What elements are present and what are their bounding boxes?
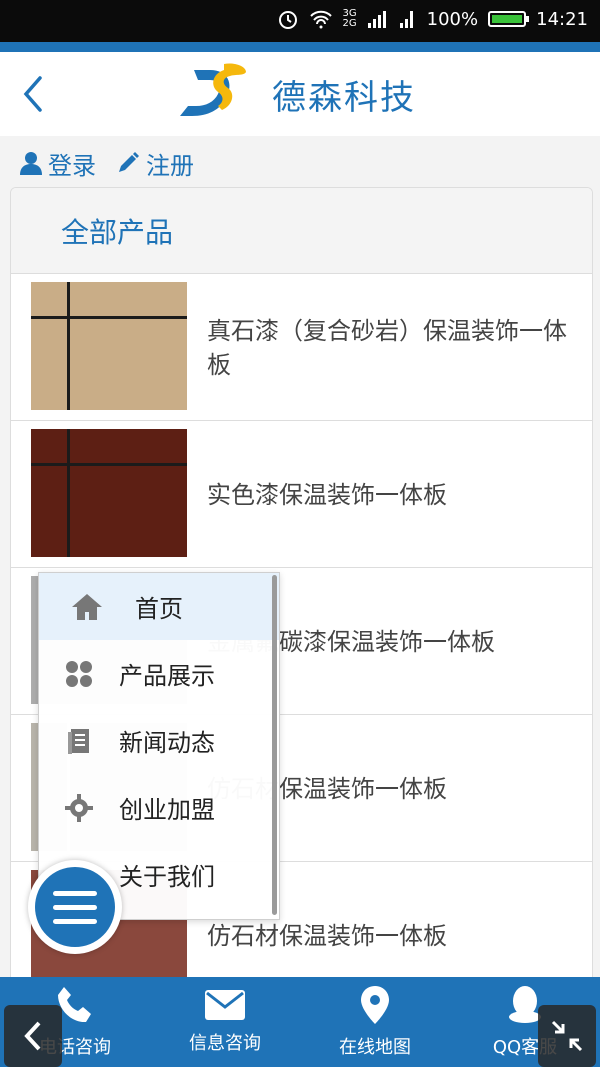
app-title: 德森科技 <box>272 78 416 118</box>
hamburger-icon <box>53 890 97 896</box>
nav-label: 在线地图 <box>339 1037 411 1058</box>
grid-icon <box>39 660 119 688</box>
user-icon <box>20 152 42 175</box>
map-pin-icon <box>361 986 389 1024</box>
product-name: 实色漆保温装饰一体板 <box>207 480 447 509</box>
menu-item-franchise[interactable]: 创业加盟 <box>39 774 279 841</box>
nav-label: 信息咨询 <box>189 1033 261 1054</box>
nav-map[interactable]: 在线地图 <box>300 977 450 1067</box>
nav-message[interactable]: 信息咨询 <box>150 977 300 1067</box>
app-header: 德森科技 <box>0 52 600 136</box>
menu-item-products[interactable]: 产品展示 <box>39 640 279 707</box>
signal-icon-2 <box>399 11 413 28</box>
collapse-icon <box>551 1020 583 1052</box>
wifi-icon <box>309 10 332 29</box>
menu-item-label: 关于我们 <box>119 863 215 891</box>
menu-item-label: 首页 <box>135 595 183 623</box>
panel-heading: 全部产品 <box>11 188 592 274</box>
menu-toggle-button[interactable] <box>28 860 122 954</box>
bottom-nav: 电话咨询 信息咨询 在线地图 QQ客服 <box>0 977 600 1067</box>
gear-icon <box>39 793 119 822</box>
status-bar: 3G 2G 100% 14:21 <box>0 0 600 42</box>
collapse-button[interactable] <box>538 1005 596 1067</box>
menu-item-label: 产品展示 <box>119 662 215 690</box>
register-link[interactable]: 注册 <box>116 146 194 181</box>
news-icon <box>39 727 119 755</box>
menu-item-label: 新闻动态 <box>119 729 215 757</box>
home-icon <box>39 592 135 622</box>
clock: 14:21 <box>536 8 588 30</box>
menu-item-home[interactable]: 首页 <box>39 573 279 640</box>
product-name: 真石漆（复合砂岩）保温装饰一体板 <box>207 316 567 379</box>
menu-scrollbar[interactable] <box>272 575 277 915</box>
mail-icon <box>205 990 245 1020</box>
auth-bar: 登录 注册 <box>20 140 194 186</box>
alarm-icon <box>278 11 297 29</box>
back-chevron-icon[interactable] <box>18 74 48 114</box>
chevron-left-icon <box>24 1021 41 1051</box>
floating-back-button[interactable] <box>4 1005 62 1067</box>
product-thumbnail <box>31 282 187 410</box>
battery-icon <box>488 11 530 27</box>
product-item[interactable]: 实色漆保温装饰一体板 <box>11 421 592 568</box>
login-link[interactable]: 登录 <box>20 146 96 181</box>
login-label: 登录 <box>48 151 96 180</box>
pencil-icon <box>119 152 139 172</box>
header-accent-bar <box>0 42 600 52</box>
signal-icon <box>367 11 386 28</box>
network-type: 3G 2G <box>342 8 357 29</box>
product-thumbnail <box>31 429 187 557</box>
battery-percent: 100% <box>426 8 479 30</box>
brand-logo <box>180 63 246 116</box>
product-item[interactable]: 真石漆（复合砂岩）保温装饰一体板 <box>11 274 592 421</box>
register-label: 注册 <box>146 151 194 180</box>
menu-item-label: 创业加盟 <box>119 796 215 824</box>
menu-item-news[interactable]: 新闻动态 <box>39 707 279 774</box>
